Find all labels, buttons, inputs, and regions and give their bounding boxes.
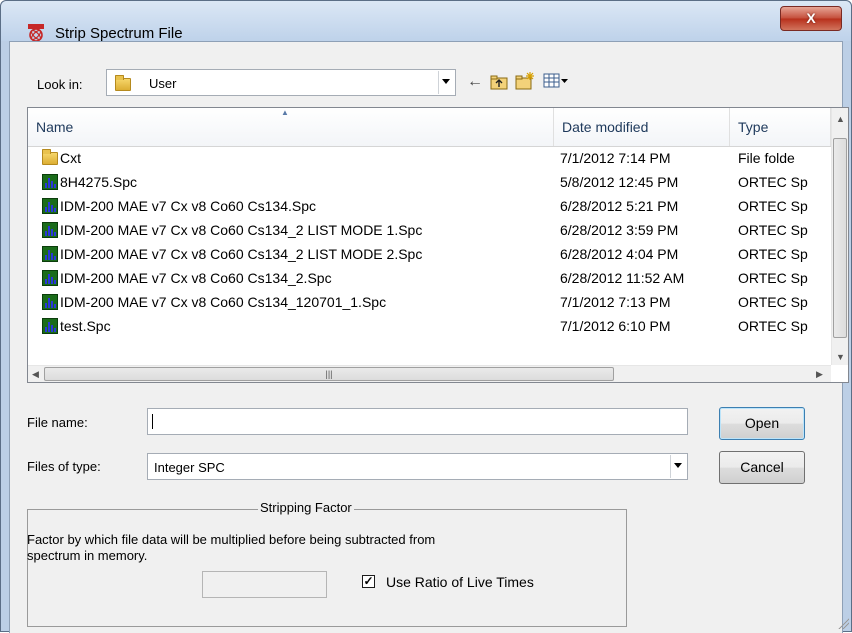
view-menu-icon[interactable] — [543, 72, 569, 90]
files-of-type-dropdown[interactable]: Integer SPC — [147, 453, 688, 480]
scroll-right-icon[interactable]: ▶ — [816, 369, 823, 380]
spectrum-file-icon — [42, 174, 58, 190]
file-name-text: IDM-200 MAE v7 Cx v8 Co60 Cs134_2 LIST M… — [60, 222, 423, 238]
file-date-cell: 6/28/2012 5:21 PM — [560, 198, 679, 214]
close-button[interactable]: X — [780, 6, 842, 31]
spectrum-file-icon — [42, 246, 58, 262]
files-of-type-value: Integer SPC — [154, 460, 225, 475]
file-type-cell: ORTEC Sp — [738, 198, 808, 214]
file-date-cell: 6/28/2012 11:52 AM — [560, 270, 685, 286]
file-date-cell: 7/1/2012 7:13 PM — [560, 294, 671, 310]
file-name-cell: test.Spc — [42, 314, 548, 338]
file-name-cell: IDM-200 MAE v7 Cx v8 Co60 Cs134_2 LIST M… — [42, 242, 548, 266]
file-row[interactable]: test.Spc 7/1/2012 6:10 PM ORTEC Sp — [28, 314, 828, 338]
file-row[interactable]: IDM-200 MAE v7 Cx v8 Co60 Cs134_2 LIST M… — [28, 242, 828, 266]
file-type-cell: ORTEC Sp — [738, 294, 808, 310]
window-title: Strip Spectrum File — [55, 25, 183, 42]
file-date-cell: 6/28/2012 3:59 PM — [560, 222, 679, 238]
horizontal-scroll-thumb[interactable]: ||| — [44, 367, 614, 381]
file-date-cell: 7/1/2012 7:14 PM — [560, 150, 671, 166]
scroll-down-icon[interactable]: ▼ — [836, 352, 845, 362]
stripping-description-line2: spectrum in memory. — [27, 548, 148, 563]
horizontal-scrollbar[interactable]: ◀ ||| ▶ — [28, 365, 831, 382]
new-folder-icon[interactable] — [515, 71, 535, 91]
file-name-text: test.Spc — [60, 318, 111, 334]
column-header-name[interactable]: Name — [28, 108, 554, 146]
file-name-cell: IDM-200 MAE v7 Cx v8 Co60 Cs134_2.Spc — [42, 266, 548, 290]
file-row[interactable]: IDM-200 MAE v7 Cx v8 Co60 Cs134_2.Spc 6/2… — [28, 266, 828, 290]
files-of-type-label: Files of type: — [27, 459, 101, 474]
file-name-text: IDM-200 MAE v7 Cx v8 Co60 Cs134_120701_1… — [60, 294, 387, 310]
dialog-window: Strip Spectrum File X Look in: User ← Na… — [0, 0, 852, 633]
use-ratio-label[interactable]: Use Ratio of Live Times — [386, 574, 534, 590]
file-type-cell: ORTEC Sp — [738, 270, 808, 286]
spectrum-file-icon — [42, 294, 58, 310]
file-type-cell: ORTEC Sp — [738, 246, 808, 262]
look-in-dropdown[interactable]: User — [106, 69, 456, 96]
scroll-left-icon[interactable]: ◀ — [32, 369, 39, 380]
ortec-app-icon — [28, 24, 44, 42]
column-header-type[interactable]: Type — [730, 108, 831, 146]
file-name-cell: Cxt — [42, 146, 548, 170]
spectrum-file-icon — [42, 270, 58, 286]
close-icon: X — [806, 10, 816, 26]
spectrum-file-icon — [42, 198, 58, 214]
vertical-scrollbar[interactable]: ▲ ▼ — [831, 108, 848, 365]
file-name-text: IDM-200 MAE v7 Cx v8 Co60 Cs134.Spc — [60, 198, 316, 214]
chevron-down-icon[interactable] — [438, 71, 454, 94]
chevron-down-icon[interactable] — [670, 455, 686, 478]
file-name-cell: IDM-200 MAE v7 Cx v8 Co60 Cs134.Spc — [42, 194, 548, 218]
folder-icon — [115, 75, 131, 91]
column-header-date-modified[interactable]: Date modified — [554, 108, 730, 146]
vertical-scroll-thumb[interactable] — [833, 138, 847, 338]
file-row[interactable]: IDM-200 MAE v7 Cx v8 Co60 Cs134_2 LIST M… — [28, 218, 828, 242]
back-arrow-icon[interactable]: ← — [467, 73, 483, 91]
file-date-cell: 5/8/2012 12:45 PM — [560, 174, 679, 190]
checkmark-icon: ✓ — [363, 574, 374, 588]
file-row[interactable]: IDM-200 MAE v7 Cx v8 Co60 Cs134.Spc 6/28/… — [28, 194, 828, 218]
file-name-label: File name: — [27, 415, 88, 430]
resize-grip-icon[interactable] — [837, 617, 849, 629]
list-header: Name ▲ Date modified Type — [28, 108, 848, 147]
file-name-text: Cxt — [60, 150, 81, 166]
use-ratio-checkbox[interactable]: ✓ — [362, 575, 375, 588]
file-name-text: 8H4275.Spc — [60, 174, 138, 190]
file-name-text: IDM-200 MAE v7 Cx v8 Co60 Cs134_2 LIST M… — [60, 246, 423, 262]
title-bar[interactable]: Strip Spectrum File X — [1, 1, 851, 42]
file-list[interactable]: Name ▲ Date modified Type Cxt 7/1/2012 7:… — [27, 107, 849, 383]
file-name-input[interactable] — [147, 408, 688, 435]
text-cursor — [152, 414, 153, 429]
sort-ascending-icon: ▲ — [281, 108, 289, 117]
up-folder-icon[interactable] — [490, 73, 508, 91]
folder-icon — [42, 149, 58, 165]
open-button[interactable]: Open — [719, 407, 805, 440]
file-name-cell: IDM-200 MAE v7 Cx v8 Co60 Cs134_2 LIST M… — [42, 218, 548, 242]
scroll-up-icon[interactable]: ▲ — [836, 114, 845, 124]
file-name-cell: IDM-200 MAE v7 Cx v8 Co60 Cs134_120701_1… — [42, 290, 548, 314]
file-type-cell: ORTEC Sp — [738, 318, 808, 334]
file-type-cell: File folde — [738, 150, 795, 166]
file-date-cell: 7/1/2012 6:10 PM — [560, 318, 671, 334]
file-name-cell: 8H4275.Spc — [42, 170, 548, 194]
look-in-label: Look in: — [37, 77, 83, 92]
file-name-text: IDM-200 MAE v7 Cx v8 Co60 Cs134_2.Spc — [60, 270, 332, 286]
file-date-cell: 6/28/2012 4:04 PM — [560, 246, 679, 262]
file-type-cell: ORTEC Sp — [738, 174, 808, 190]
stripping-description-line1: Factor by which file data will be multip… — [27, 532, 436, 547]
stripping-factor-title: Stripping Factor — [258, 500, 354, 515]
stripping-factor-input[interactable] — [202, 571, 327, 598]
file-row[interactable]: IDM-200 MAE v7 Cx v8 Co60 Cs134_120701_1… — [28, 290, 828, 314]
look-in-value: User — [149, 76, 177, 91]
cancel-button[interactable]: Cancel — [719, 451, 805, 484]
spectrum-file-icon — [42, 318, 58, 334]
file-type-cell: ORTEC Sp — [738, 222, 808, 238]
stripping-factor-group — [27, 509, 627, 627]
file-row[interactable]: 8H4275.Spc 5/8/2012 12:45 PM ORTEC Sp — [28, 170, 828, 194]
spectrum-file-icon — [42, 222, 58, 238]
file-row[interactable]: Cxt 7/1/2012 7:14 PM File folde — [28, 146, 828, 170]
